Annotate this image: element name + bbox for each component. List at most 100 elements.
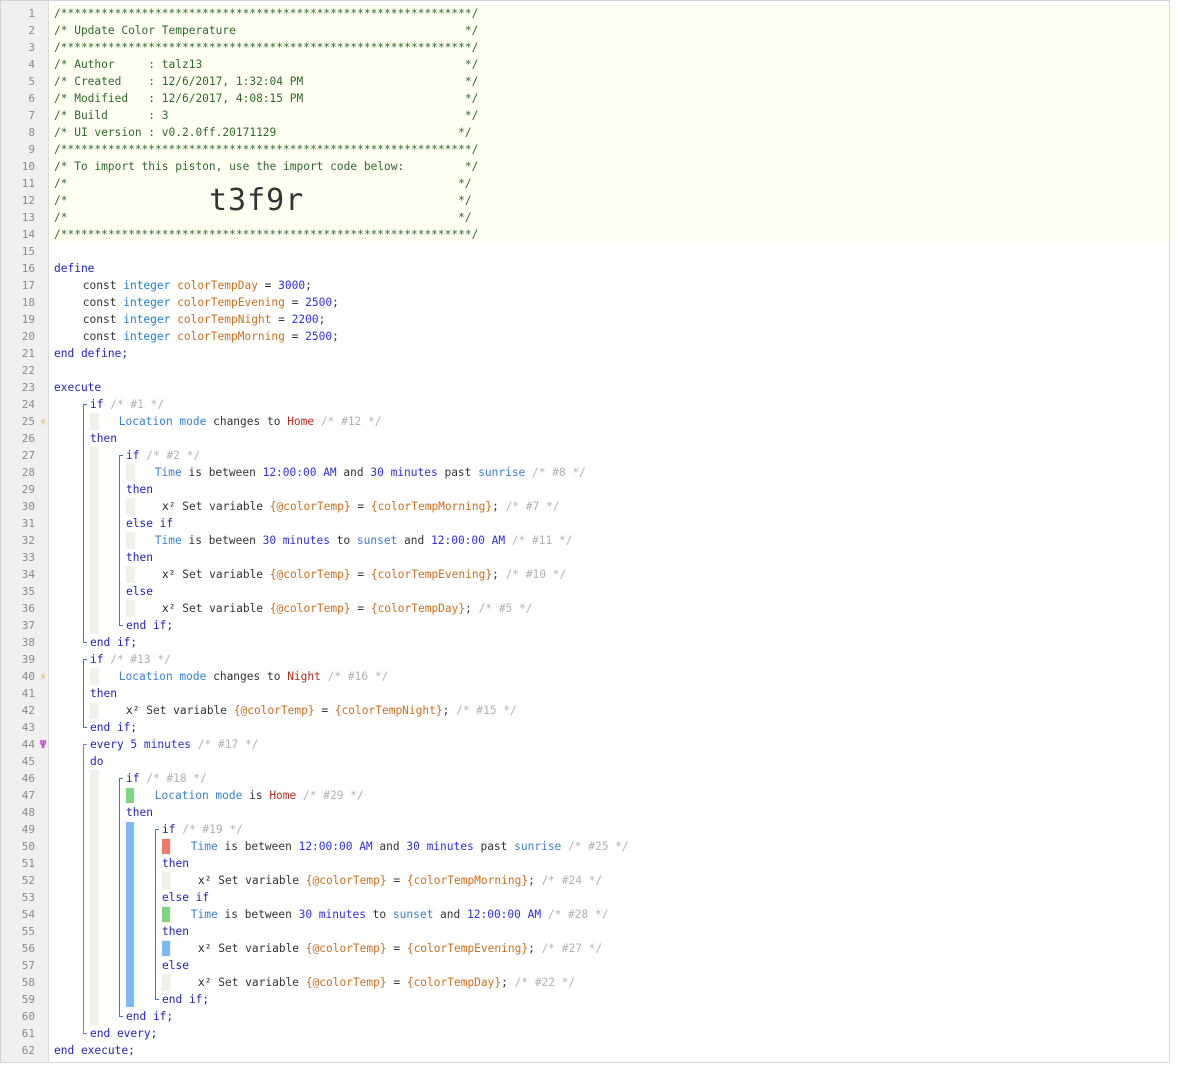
code-text: /* Build : 3 */ [54, 107, 478, 124]
line-number: 61 [21, 1027, 35, 1040]
code-token: /* #13 */ [110, 653, 171, 666]
code-token: /* #5 */ [471, 602, 533, 615]
code-token: x² [126, 704, 147, 717]
code-token: is between [224, 908, 299, 921]
code-token: /* #15 */ [449, 704, 517, 717]
code-token: Location mode [118, 415, 214, 428]
code-token: {@colorTemp} [269, 602, 351, 615]
code-line: 53 else if [1, 889, 1169, 906]
code-text: then [126, 549, 153, 566]
code-token: {@colorTemp} [269, 568, 351, 581]
code-token: Location mode [118, 670, 214, 683]
code-line: 14 /*************************************… [1, 226, 1169, 243]
code-token: ; [332, 296, 339, 309]
line-number: 50 [21, 840, 35, 853]
code-text: every 5 minutes /* #17 */ [90, 736, 258, 753]
code-token: if [90, 398, 111, 411]
code-token: colorTempNight [177, 313, 272, 326]
code-token: if [90, 653, 111, 666]
code-text: x² Set variable {@colorTemp} = {colorTem… [162, 498, 559, 515]
code-text: const integer colorTempNight = 2200; [83, 311, 326, 328]
code-token: {@colorTemp} [233, 704, 315, 717]
code-token: and [336, 466, 371, 479]
code-line: 40 ⚡ Location mode changes to Night /* #16… [1, 668, 1169, 685]
code-text: if /* #18 */ [126, 770, 207, 787]
code-token: end if; [90, 721, 138, 734]
code-text: /***************************************… [54, 141, 478, 158]
code-token: sunset [392, 908, 434, 921]
code-line: 54 Time is between 30 minutes to sunset a… [1, 906, 1169, 923]
code-token: /* Modified : 12/6/2017, 4:08:15 PM */ [54, 92, 479, 105]
code-line: 56 x² Set variable {@colorTemp} = {colorT… [1, 940, 1169, 957]
code-token: ; [465, 602, 472, 615]
line-number: 58 [21, 976, 35, 989]
code-text: Time is between 12:00:00 AM and 30 minut… [155, 464, 586, 481]
code-token: sunrise [478, 466, 526, 479]
line-number: 62 [21, 1044, 35, 1057]
code-text: const integer colorTempDay = 3000; [83, 277, 312, 294]
line-number: 10 [21, 160, 35, 173]
line-number: 15 [21, 245, 35, 258]
code-token: {colorTempDay} [370, 602, 466, 615]
code-line: 20 const integer colorTempMorning = 2500; [1, 328, 1169, 345]
code-line: 57 else [1, 957, 1169, 974]
code-text: /* Modified : 12/6/2017, 4:08:15 PM */ [54, 90, 478, 107]
code-token: ; [528, 942, 535, 955]
code-token: /* #12 */ [314, 415, 382, 428]
code-line: 37 end if; [1, 617, 1169, 634]
line-number: 39 [21, 653, 35, 666]
line-number: 14 [21, 228, 35, 241]
code-token: else if [162, 891, 210, 904]
line-number: 11 [21, 177, 35, 190]
code-line: 39 if /* #13 */ [1, 651, 1169, 668]
line-number: 56 [21, 942, 35, 955]
code-token: {colorTempMorning} [370, 500, 493, 513]
code-token: /***************************************… [54, 7, 479, 20]
code-token: = [386, 942, 407, 955]
code-token: do [90, 755, 104, 768]
code-line: 16 define [1, 260, 1169, 277]
line-number: 41 [21, 687, 35, 700]
code-token: colorTempEvening [177, 296, 285, 309]
code-text: if /* #2 */ [126, 447, 200, 464]
code-text: /***************************************… [54, 39, 478, 56]
code-token: and [372, 840, 407, 853]
code-line: 35 else [1, 583, 1169, 600]
code-text: x² Set variable {@colorTemp} = {colorTem… [162, 566, 566, 583]
line-number: 3 [28, 41, 35, 54]
code-token: and [397, 534, 431, 547]
code-token: Set variable [182, 500, 270, 513]
line-number: 47 [21, 789, 35, 802]
code-line: 61 end every; [1, 1025, 1169, 1042]
code-token: integer [123, 296, 178, 309]
code-token: 2500 [305, 330, 333, 343]
code-token: integer [123, 279, 178, 292]
code-token: Set variable [218, 942, 306, 955]
code-line: 60 end if; [1, 1008, 1169, 1025]
code-token: = [284, 296, 306, 309]
code-text: execute [54, 379, 101, 396]
code-line: 59 end if; [1, 991, 1169, 1008]
line-number: 38 [21, 636, 35, 649]
code-text: define [54, 260, 94, 277]
code-line: 8 /* UI version : v0.2.0ff.20171129 */ [1, 124, 1169, 141]
code-line: 33 then [1, 549, 1169, 566]
code-text: x² Set variable {@colorTemp} = {colorTem… [198, 940, 602, 957]
code-line: 47 Location mode is Home /* #29 */ [1, 787, 1169, 804]
code-token: /***************************************… [54, 41, 479, 54]
code-token: then [162, 857, 189, 870]
line-number: 34 [21, 568, 35, 581]
code-token: 12:00:00 AM [431, 534, 506, 547]
code-token: colorTempDay [177, 279, 258, 292]
code-line: 38 end if; [1, 634, 1169, 651]
line-number: 51 [21, 857, 35, 870]
line-number: 27 [21, 449, 35, 462]
line-number: 35 [21, 585, 35, 598]
code-token: const [82, 296, 124, 309]
code-line: 7 /* Build : 3 */ [1, 107, 1169, 124]
line-number: 12 [21, 194, 35, 207]
code-text: end every; [90, 1025, 157, 1042]
code-token: past [437, 466, 479, 479]
code-token: end every; [90, 1027, 158, 1040]
code-editor[interactable]: 1 /**************************************… [0, 0, 1170, 1063]
